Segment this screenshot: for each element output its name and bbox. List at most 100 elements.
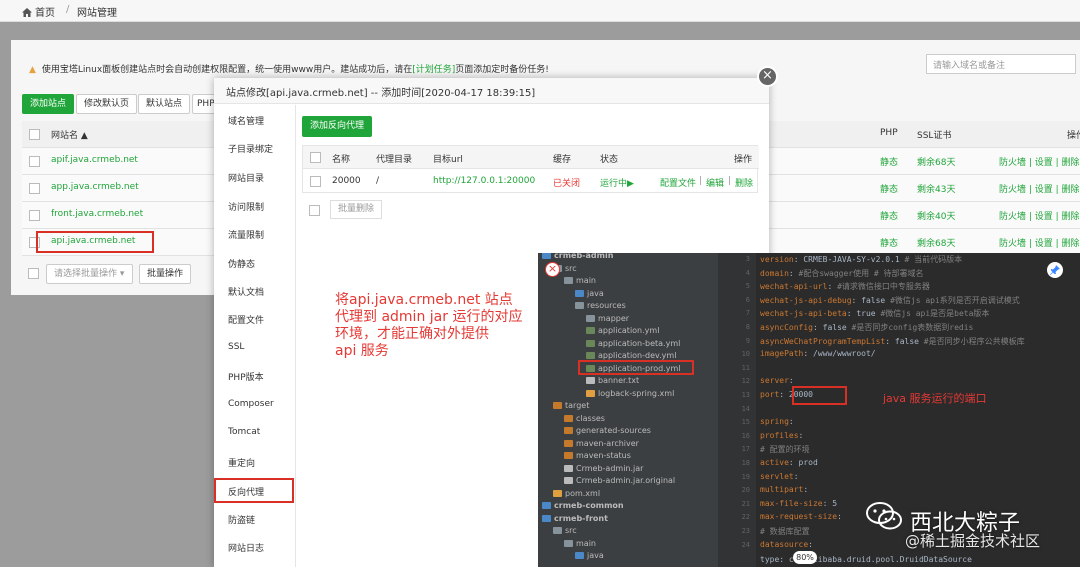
zoom-level: 80% [793, 551, 817, 564]
batch-select[interactable]: 请选择批量操作 ▾ [46, 264, 133, 284]
sidebar-item-hotlink[interactable]: 防盗链 [228, 513, 255, 526]
file-icon [586, 327, 595, 334]
sidebar-item-subdir[interactable]: 子目录绑定 [228, 142, 273, 155]
ssl-status[interactable]: 剩余43天 [917, 182, 955, 195]
tree-item[interactable]: maven-status [564, 451, 631, 460]
site-name-link[interactable]: apif.java.crmeb.net [51, 155, 138, 165]
code-line: # 配置的环境 [760, 445, 810, 455]
tree-item[interactable]: crmeb-front [542, 514, 608, 523]
tree-item-label: generated-sources [576, 426, 651, 435]
row-ops[interactable]: 防火墙 | 设置 | 删除 [999, 182, 1080, 195]
tree-item-label: application-beta.yml [598, 338, 681, 348]
sidebar-item-site-dir[interactable]: 网站目录 [228, 171, 264, 184]
tree-item[interactable]: application-dev.yml [586, 351, 676, 360]
footer-select-all-checkbox[interactable] [28, 268, 39, 279]
file-icon [586, 352, 595, 359]
tree-item[interactable]: generated-sources [564, 426, 651, 435]
notice-line: ▲ 使用宝塔Linux面板创建站点时会自动创建权限配置，统一使用www用户。建站成… [29, 65, 549, 75]
tree-item[interactable]: crmeb-admin [542, 253, 613, 260]
ssl-status[interactable]: 剩余68天 [917, 236, 955, 249]
line-number: 16 [741, 431, 750, 440]
header-name[interactable]: 网站名 ▲ [51, 128, 88, 141]
tree-item-label: src [565, 526, 577, 535]
row-checkbox[interactable] [29, 183, 40, 194]
sidebar-item-access-limit[interactable]: 访问限制 [228, 200, 264, 213]
batch-delete-button[interactable]: 批量删除 [330, 200, 383, 219]
batch-ops-button[interactable]: 批量操作 [139, 264, 192, 284]
line-number: 19 [741, 472, 750, 481]
modal-close-button[interactable]: × [757, 66, 778, 87]
breadcrumb-home[interactable]: 首页 [22, 4, 55, 19]
edit-default-page-button[interactable]: 修改默认页 [76, 94, 138, 114]
tree-item[interactable]: Crmeb-admin.jar.original [564, 476, 675, 485]
add-site-button[interactable]: 添加站点 [22, 94, 75, 114]
tree-item[interactable]: banner.txt [586, 376, 639, 385]
sidebar-item-php-version[interactable]: PHP版本 [228, 370, 264, 383]
tree-item[interactable]: Crmeb-admin.jar [564, 464, 643, 473]
cron-link[interactable]: [计划任务] [412, 65, 455, 75]
proxy-row-checkbox[interactable] [310, 176, 321, 187]
proxy-cache-status[interactable]: 已关闭 [553, 176, 580, 189]
batch-delete-checkbox[interactable] [309, 205, 320, 216]
ssl-status[interactable]: 剩余40天 [917, 209, 955, 222]
sidebar-item-rewrite[interactable]: 伪静态 [228, 257, 255, 270]
tree-item[interactable]: logback-spring.xml [586, 389, 674, 398]
sidebar-item-traffic-limit[interactable]: 流量限制 [228, 228, 264, 241]
code-line: # 数据库配置 [760, 527, 810, 536]
tree-item[interactable]: application-beta.yml [586, 339, 680, 348]
pin-icon[interactable] [1047, 262, 1063, 278]
site-search-input[interactable]: 请输入域名或备注 [926, 54, 1076, 74]
code-line: wechat-js-api-debug: false #微信js api系列是否… [760, 295, 1020, 305]
proxy-delete-link[interactable]: 删除 [735, 176, 753, 189]
site-name-link[interactable]: app.java.crmeb.net [51, 182, 139, 192]
row-ops[interactable]: 防火墙 | 设置 | 删除 [999, 209, 1080, 222]
sidebar-item-composer[interactable]: Composer [228, 399, 274, 409]
sidebar-item-site-log[interactable]: 网站日志 [228, 541, 264, 554]
watermark-source: @稀土掘金技术社区 [905, 532, 1041, 550]
site-name-link[interactable]: front.java.crmeb.net [51, 209, 143, 219]
php-version[interactable]: 静态 [880, 155, 898, 168]
tree-item[interactable]: target [553, 401, 589, 410]
proxy-table: 名称 代理目录 目标url 缓存 状态 操作 20000 / http://12… [302, 145, 759, 193]
row-checkbox[interactable] [29, 210, 40, 221]
tree-item[interactable]: java [575, 551, 604, 560]
sidebar-item-redirect[interactable]: 重定向 [228, 456, 255, 469]
sidebar-item-tomcat[interactable]: Tomcat [228, 427, 260, 437]
tree-item[interactable]: classes [564, 414, 605, 423]
sidebar-item-default-doc[interactable]: 默认文档 [228, 285, 264, 298]
php-version[interactable]: 静态 [880, 182, 898, 195]
tree-item-label: main [576, 276, 596, 285]
tree-item[interactable]: crmeb-common [542, 501, 624, 510]
sidebar-item-config-file[interactable]: 配置文件 [228, 313, 264, 326]
tree-item[interactable]: src [553, 526, 577, 535]
sidebar-item-domain[interactable]: 域名管理 [228, 114, 264, 127]
tree-item[interactable]: mapper [586, 314, 629, 323]
proxy-url[interactable]: http://127.0.0.1:20000 [433, 176, 535, 186]
default-site-button[interactable]: 默认站点 [138, 94, 191, 114]
sidebar-item-ssl[interactable]: SSL [228, 342, 244, 352]
add-reverse-proxy-button[interactable]: 添加反向代理 [302, 116, 373, 137]
line-number: 4 [745, 268, 750, 277]
proxy-edit-link[interactable]: 编辑 [706, 176, 724, 189]
select-all-checkbox[interactable] [29, 129, 40, 140]
php-version[interactable]: 静态 [880, 236, 898, 249]
row-ops[interactable]: 防火墙 | 设置 | 删除 [999, 155, 1080, 168]
tree-item[interactable]: pom.xml [553, 489, 600, 498]
proxy-run-status[interactable]: 运行中▶ [600, 176, 634, 189]
tree-item[interactable]: resources [575, 301, 626, 310]
php-version[interactable]: 静态 [880, 209, 898, 222]
tree-item[interactable]: java [575, 289, 604, 298]
proxy-config-link[interactable]: 配置文件 [660, 176, 696, 189]
ops-separator: | [728, 176, 732, 186]
row-ops[interactable]: 防火墙 | 设置 | 删除 [999, 236, 1080, 249]
tree-item[interactable]: application.yml [586, 326, 659, 335]
ssl-status[interactable]: 剩余68天 [917, 155, 955, 168]
tree-item[interactable]: main [564, 276, 596, 285]
row-checkbox[interactable] [29, 156, 40, 167]
tree-item[interactable]: main [564, 539, 596, 548]
close-icon[interactable]: × [545, 262, 560, 277]
tree-item[interactable]: maven-archiver [564, 439, 639, 448]
tree-item-label: crmeb-admin [554, 253, 614, 260]
proxy-select-all-checkbox[interactable] [310, 152, 321, 163]
tree-item-label: java [587, 551, 604, 560]
